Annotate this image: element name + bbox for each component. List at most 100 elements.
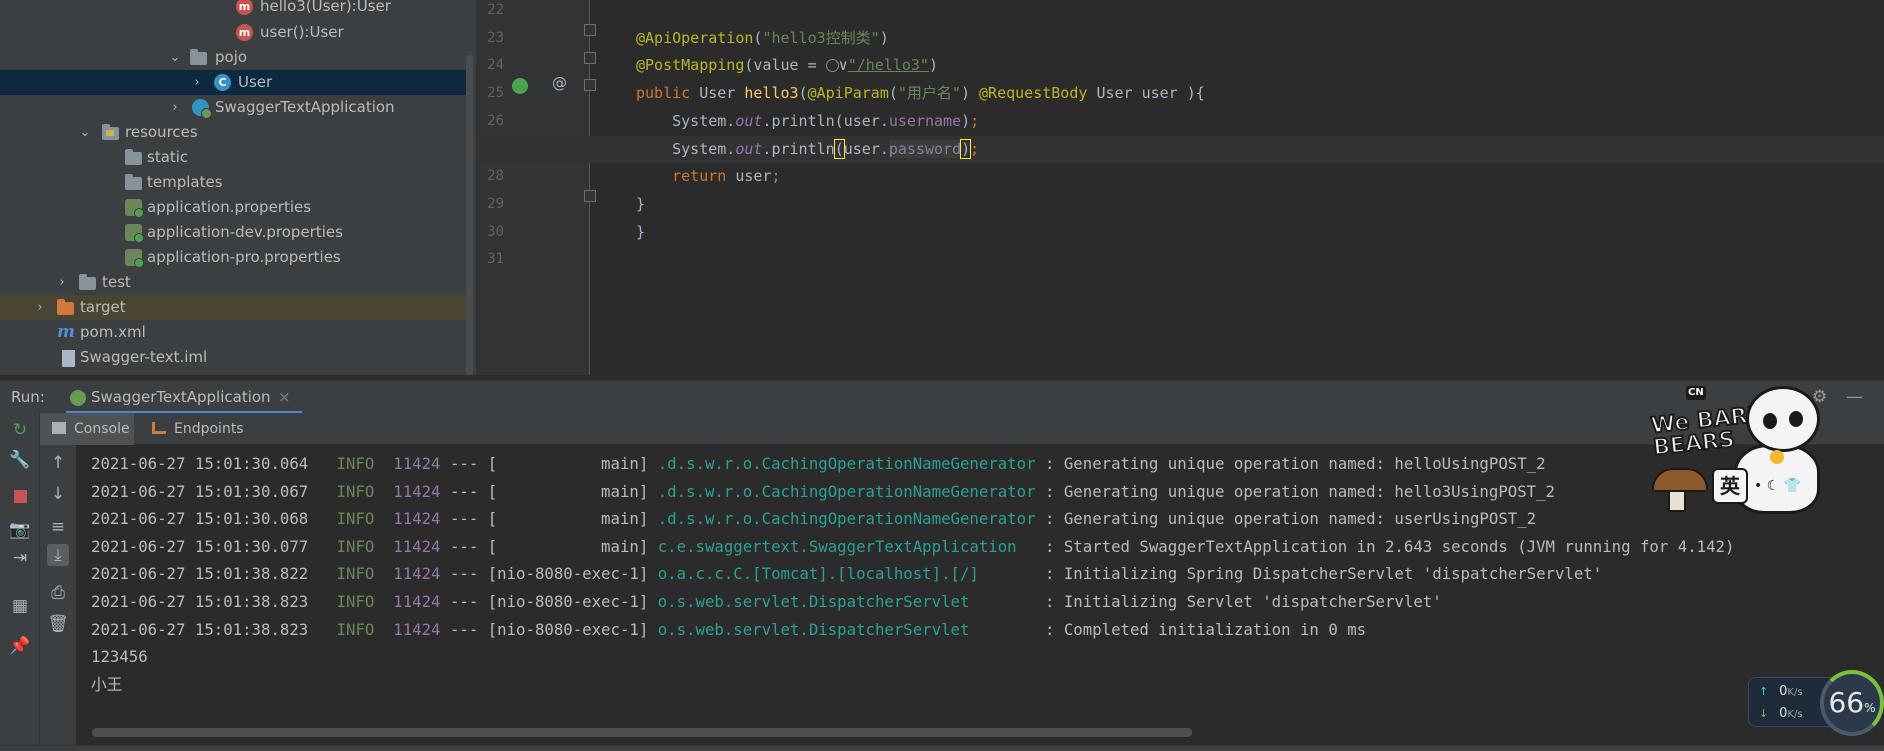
tree-item[interactable]: › SwaggerTextApplication [0,95,466,120]
code-content: } [636,191,645,218]
code-content: System.out.println(user.password); [636,136,979,163]
memory-gauge[interactable]: 66% [1820,670,1884,736]
exit-icon[interactable]: ⇥ [9,547,31,569]
tree-item[interactable]: ⌄ pojo [0,45,466,70]
tree-item-label: application-dev.properties [147,223,343,241]
mushroom-stem [1668,490,1686,512]
stop-icon[interactable] [9,487,31,509]
run-config-name: SwaggerTextApplication [91,388,271,406]
console-horizontal-scrollbar[interactable] [92,728,1192,737]
folder-icon [125,174,142,190]
log-logger: o.s.web.servlet.DispatcherServlet [657,619,1036,639]
code-content: System.out.println(user.username); [636,108,979,135]
code-line[interactable]: } [476,191,1884,218]
trash-icon[interactable]: 🗑 [47,613,69,635]
folder-icon [79,274,96,290]
code-token: User user ){ [1096,84,1205,103]
code-token: public [636,84,700,103]
tree-scrollbar[interactable] [466,55,473,375]
print-icon[interactable]: ⎙ [47,582,69,604]
download-unit: K/s [1787,709,1803,720]
console-output[interactable]: 2021-06-27 15:01:30.064 INFO 11424 --- [… [76,445,1884,751]
code-line[interactable] [476,0,1884,24]
code-token: } [636,194,646,213]
wrench-icon[interactable]: 🔧 [9,449,31,471]
code-token: (value = [744,56,826,75]
scroll-to-end-icon[interactable]: ⤓ [47,544,69,566]
chevron-down-icon[interactable]: ⌄ [78,120,92,145]
code-token: System. [636,139,736,158]
resources-folder-icon [102,124,119,140]
bear-eye-right [1789,411,1803,427]
tree-item[interactable]: static [0,145,466,170]
log-thread: --- [ main] [440,454,658,473]
minimize-icon[interactable]: — [1846,381,1863,414]
log-message: : Generating unique operation named: hel… [1035,481,1555,501]
tree-item[interactable]: application.properties [0,195,466,220]
tree-item[interactable]: application-pro.properties [0,245,466,270]
ime-options[interactable]: • ☾ 👕 [1754,478,1801,494]
log-line: 2021-06-27 15:01:38.823 INFO 11424 --- [… [91,616,1366,644]
tab-console[interactable]: Console [40,413,134,445]
log-thread: --- [ main] [440,536,658,556]
log-pid: 11424 [393,619,441,639]
tree-item-label: user():User [260,23,344,41]
chevron-right-icon[interactable]: › [33,295,47,320]
code-line[interactable]: public User hello3(@ApiParam("用户名") @Req… [476,80,1884,107]
code-token: System. [636,111,736,130]
run-config-tab[interactable]: SwaggerTextApplication × [66,381,302,414]
chevron-right-icon[interactable]: › [190,70,204,95]
code-line[interactable]: @ApiOperation("hello3控制类") [476,25,1884,52]
tree-item[interactable]: templates [0,170,466,195]
tab-endpoints[interactable]: Endpoints [152,413,262,445]
code-line[interactable]: return user; [476,163,1884,190]
code-line[interactable]: System.out.println(user.username); [476,108,1884,135]
tree-item[interactable]: › test [0,270,466,295]
code-content: public User hello3(@ApiParam("用户名") @Req… [636,80,1205,107]
chevron-down-icon[interactable]: ⌄ [168,45,182,70]
code-line[interactable]: } [476,219,1884,246]
tree-item-label: pojo [215,48,248,66]
tree-item[interactable]: m pom.xml [0,320,466,345]
log-logger: o.s.web.servlet.DispatcherServlet [657,592,1036,611]
log-level: INFO [336,454,375,473]
module-file-icon [62,350,75,367]
gauge-value: 66% [1828,686,1876,719]
arrow-up-icon[interactable]: ↑ [47,452,69,474]
code-token: password [888,139,962,158]
code-content: @ApiOperation("hello3控制类") [636,25,889,52]
pin-icon[interactable]: 📌 [9,635,31,657]
layout-icon[interactable]: ▦ [9,595,31,617]
tree-item[interactable]: m user():User [0,20,466,45]
chevron-right-icon[interactable]: › [168,95,182,120]
code-line[interactable]: System.out.println(user.password); [476,135,1884,163]
tree-item[interactable]: Swagger-text.iml [0,345,466,370]
code-token: User [699,84,745,103]
ime-mode-button[interactable]: 英 [1712,468,1748,504]
spring-properties-icon [125,224,144,243]
tree-item[interactable]: › C User [0,70,466,95]
arrow-down-icon[interactable]: ↓ [47,483,69,505]
soft-wrap-icon[interactable]: ≡ [47,516,69,538]
log-line: 2021-06-27 15:01:30.077 INFO 11424 --- [… [91,533,1734,561]
code-token: return [636,167,736,186]
tree-item[interactable]: application-dev.properties [0,220,466,245]
tree-item[interactable]: m hello3(User):User [0,0,466,19]
camera-icon[interactable]: 📷 [9,519,31,541]
tree-item[interactable]: ⌄ resources [0,120,466,145]
code-line[interactable]: @PostMapping(value = ∨"/hello3") [476,52,1884,79]
log-logger: .d.s.w.r.o.CachingOperationNameGenerator [657,454,1036,473]
close-tab-icon[interactable]: × [278,381,291,413]
code-content: @PostMapping(value = ∨"/hello3") [636,52,938,79]
tree-item-label: test [102,273,131,291]
tree-item-label: static [147,148,189,166]
bear-sticker-widget: CN We BARE BEARS 英 • ☾ 👕 [1649,382,1826,520]
code-token: ( [888,84,898,103]
code-line[interactable] [476,246,1884,273]
log-pid: 11424 [393,509,441,529]
chevron-right-icon[interactable]: › [55,270,69,295]
code-editor[interactable]: 22232425262728293031@ @ApiOperation("hel… [476,0,1884,375]
log-line: 2021-06-27 15:01:30.067 INFO 11424 --- [… [91,478,1555,506]
tree-item[interactable]: › target [0,295,466,320]
rerun-icon[interactable]: ↻ [9,419,31,441]
